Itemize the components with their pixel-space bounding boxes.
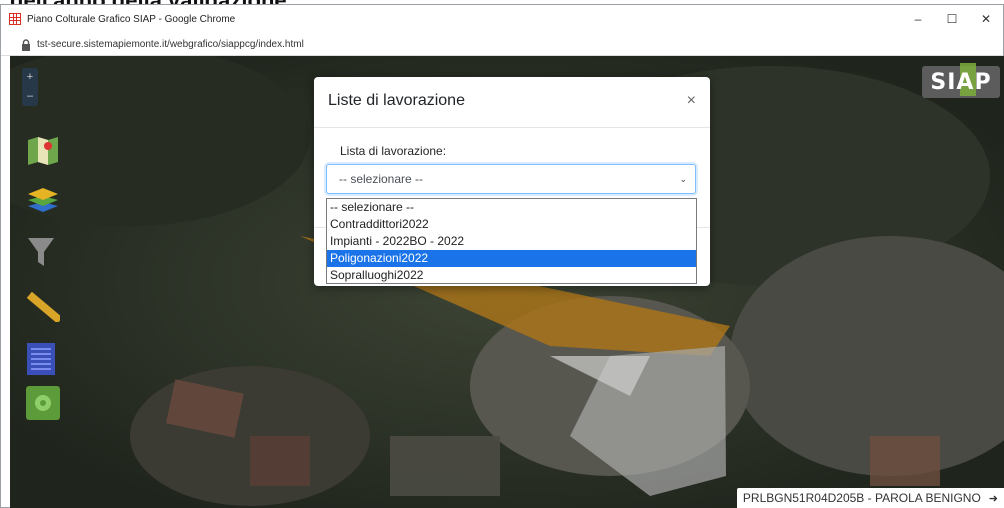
dropdown-option-highlighted[interactable]: Poligonazioni2022: [327, 250, 696, 267]
work-list-select[interactable]: -- selezionare -- ⌄: [326, 164, 696, 194]
address-bar[interactable]: tst-secure.sistemapiemonte.it/webgrafico…: [1, 33, 1003, 56]
window-controls: – ☐ ✕: [901, 5, 1003, 33]
ruler-icon[interactable]: [26, 288, 62, 324]
logout-arrow-icon[interactable]: ➜: [989, 492, 998, 505]
url-text[interactable]: tst-secure.sistemapiemonte.it/webgrafico…: [37, 39, 304, 50]
select-value: -- selezionare --: [339, 172, 424, 186]
logo-text: SIAP: [930, 69, 992, 95]
close-window-button[interactable]: ✕: [969, 5, 1003, 33]
zoom-control: + –: [22, 68, 38, 106]
chevron-down-icon: ⌄: [679, 174, 687, 184]
user-label: PRLBGN51R04D205B - PAROLA BENIGNO: [742, 491, 981, 505]
user-info-bar[interactable]: PRLBGN51R04D205B - PAROLA BENIGNO ➜: [736, 488, 1004, 508]
filter-icon[interactable]: [26, 236, 62, 272]
close-icon[interactable]: ×: [687, 92, 696, 110]
zoom-in-button[interactable]: +: [22, 68, 38, 87]
modal-header: Liste di lavorazione ×: [314, 77, 710, 128]
dropdown-option[interactable]: -- selezionare --: [327, 199, 696, 216]
dropdown-option[interactable]: Impianti - 2022BO - 2022: [327, 233, 696, 250]
title-bar: Piano Colturale Grafico SIAP - Google Ch…: [1, 5, 1003, 33]
work-list-dropdown[interactable]: -- selezionare -- Contraddittori2022 Imp…: [326, 198, 697, 284]
zoom-out-button[interactable]: –: [22, 87, 38, 106]
dropdown-option[interactable]: Sopralluoghi2022: [327, 267, 696, 284]
map-icon[interactable]: [26, 136, 62, 172]
modal-title: Liste di lavorazione: [328, 92, 465, 109]
work-list-label: Lista di lavorazione:: [340, 144, 447, 158]
siap-logo: SIAP: [922, 63, 1000, 98]
lock-icon: [21, 38, 31, 51]
gear-icon[interactable]: [26, 386, 62, 422]
app-favicon-icon: [9, 13, 21, 25]
list-icon[interactable]: [26, 342, 62, 378]
dropdown-option[interactable]: Contraddittori2022: [327, 216, 696, 233]
maximize-button[interactable]: ☐: [935, 5, 969, 33]
layers-icon[interactable]: [26, 184, 62, 220]
minimize-button[interactable]: –: [901, 5, 935, 33]
window-title: Piano Colturale Grafico SIAP - Google Ch…: [27, 13, 236, 25]
